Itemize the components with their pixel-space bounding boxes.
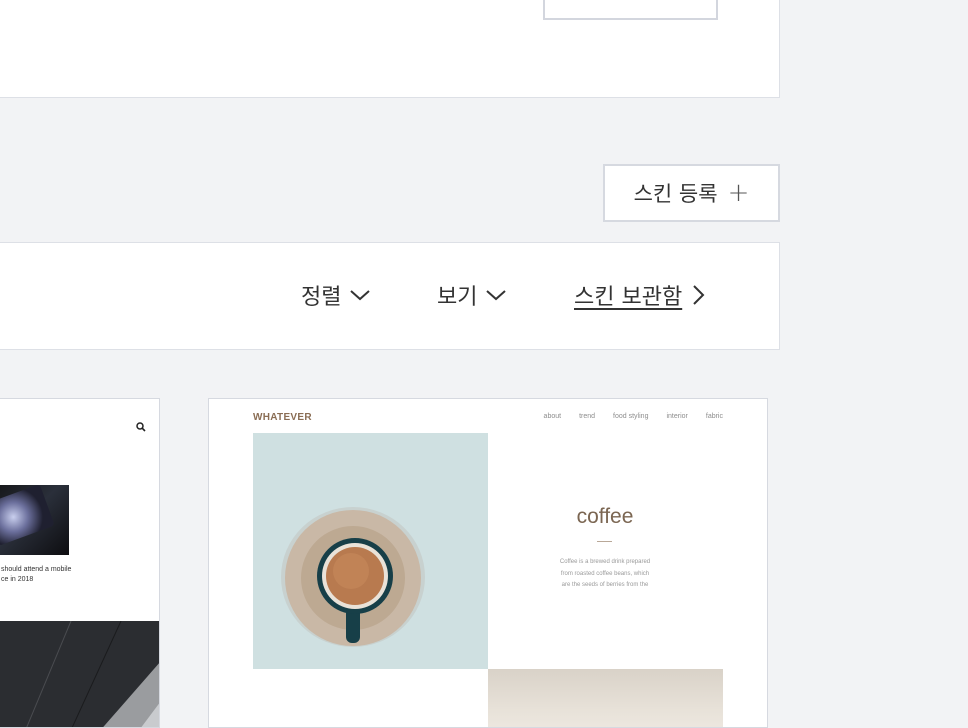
desc-line: Coffee is a brewed drink prepared bbox=[559, 559, 651, 565]
desc-line: from roasted coffee beans, which bbox=[560, 570, 650, 577]
coffee-cup-image bbox=[253, 433, 488, 669]
nav-item: food styling bbox=[613, 413, 649, 420]
skin-card[interactable]: should attend a mobile ce in 2018 bbox=[0, 398, 160, 728]
panel-action-button[interactable] bbox=[543, 0, 718, 20]
snippet-line: ce in 2018 bbox=[1, 576, 34, 583]
view-dropdown[interactable]: 보기 bbox=[437, 279, 507, 311]
view-label: 보기 bbox=[437, 285, 478, 310]
skin-card-whatever[interactable]: WHATEVER about trend food styling interi… bbox=[208, 398, 768, 728]
post-description: Coffee is a brewed drink prepared from r… bbox=[488, 557, 722, 592]
chevron-down-icon bbox=[350, 290, 371, 301]
sort-dropdown[interactable]: 정렬 bbox=[301, 279, 371, 311]
post-title: coffee bbox=[576, 505, 634, 528]
page-margin bbox=[780, 0, 968, 708]
sort-label: 정렬 bbox=[301, 285, 342, 310]
register-skin-label: 스킨 등록 bbox=[633, 182, 718, 206]
chevron-right-icon bbox=[693, 285, 705, 305]
nav-item: about bbox=[543, 413, 562, 420]
nav-item: fabric bbox=[705, 413, 723, 420]
architecture-image bbox=[0, 621, 159, 727]
plus-icon: + bbox=[727, 178, 750, 208]
skin-storage-label: 스킨 보관함 bbox=[574, 285, 683, 310]
snippet-line: should attend a mobile bbox=[1, 566, 72, 573]
desc-line: are the seeds of berries from the bbox=[561, 582, 649, 588]
title-divider bbox=[597, 541, 612, 542]
site-nav: about trend food styling interior fabric bbox=[544, 413, 723, 420]
skin-info-panel bbox=[0, 0, 780, 98]
nav-item: interior bbox=[666, 413, 688, 420]
register-skin-button[interactable]: 스킨 등록 + bbox=[603, 164, 780, 222]
chevron-down-icon bbox=[486, 290, 507, 301]
search-icon bbox=[136, 422, 146, 432]
site-logo: WHATEVER bbox=[253, 412, 312, 423]
skin-list-toolbar: 정렬 보기 스킨 보관함 bbox=[0, 242, 780, 350]
architecture-shape bbox=[26, 621, 159, 727]
nav-item: trend bbox=[579, 413, 596, 420]
paper-texture-image bbox=[488, 669, 723, 727]
phone-image bbox=[0, 485, 69, 555]
post-snippet: should attend a mobile ce in 2018 bbox=[0, 565, 131, 585]
skin-storage-link[interactable]: 스킨 보관함 bbox=[574, 279, 706, 311]
